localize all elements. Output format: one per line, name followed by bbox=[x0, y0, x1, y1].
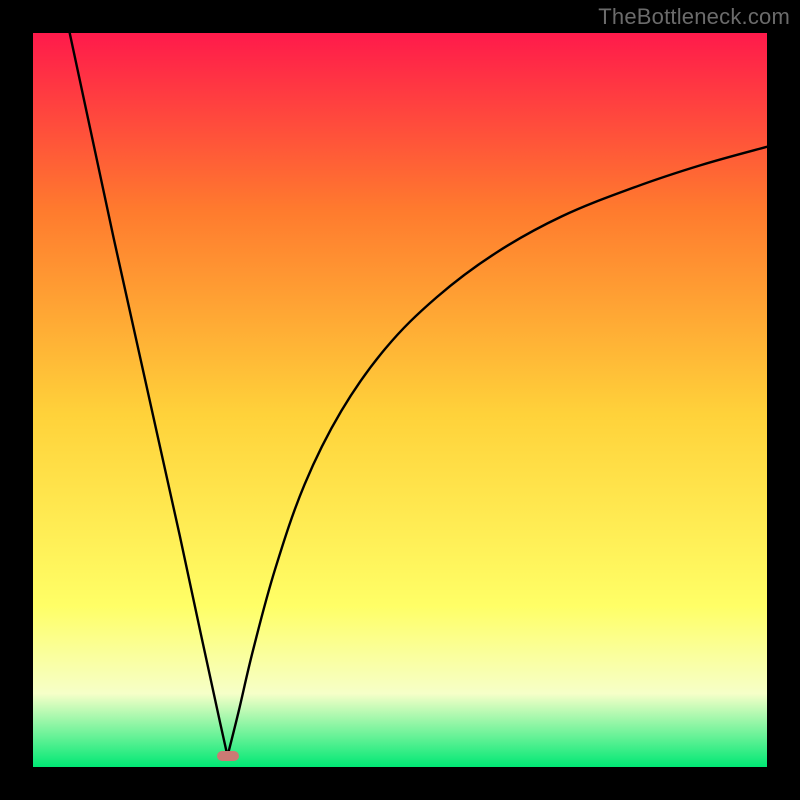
watermark-text: TheBottleneck.com bbox=[598, 4, 790, 30]
chart-frame: TheBottleneck.com bbox=[0, 0, 800, 800]
gradient-background bbox=[33, 33, 767, 767]
plot-area bbox=[33, 33, 767, 767]
plot-svg bbox=[33, 33, 767, 767]
minimum-marker bbox=[217, 751, 239, 761]
